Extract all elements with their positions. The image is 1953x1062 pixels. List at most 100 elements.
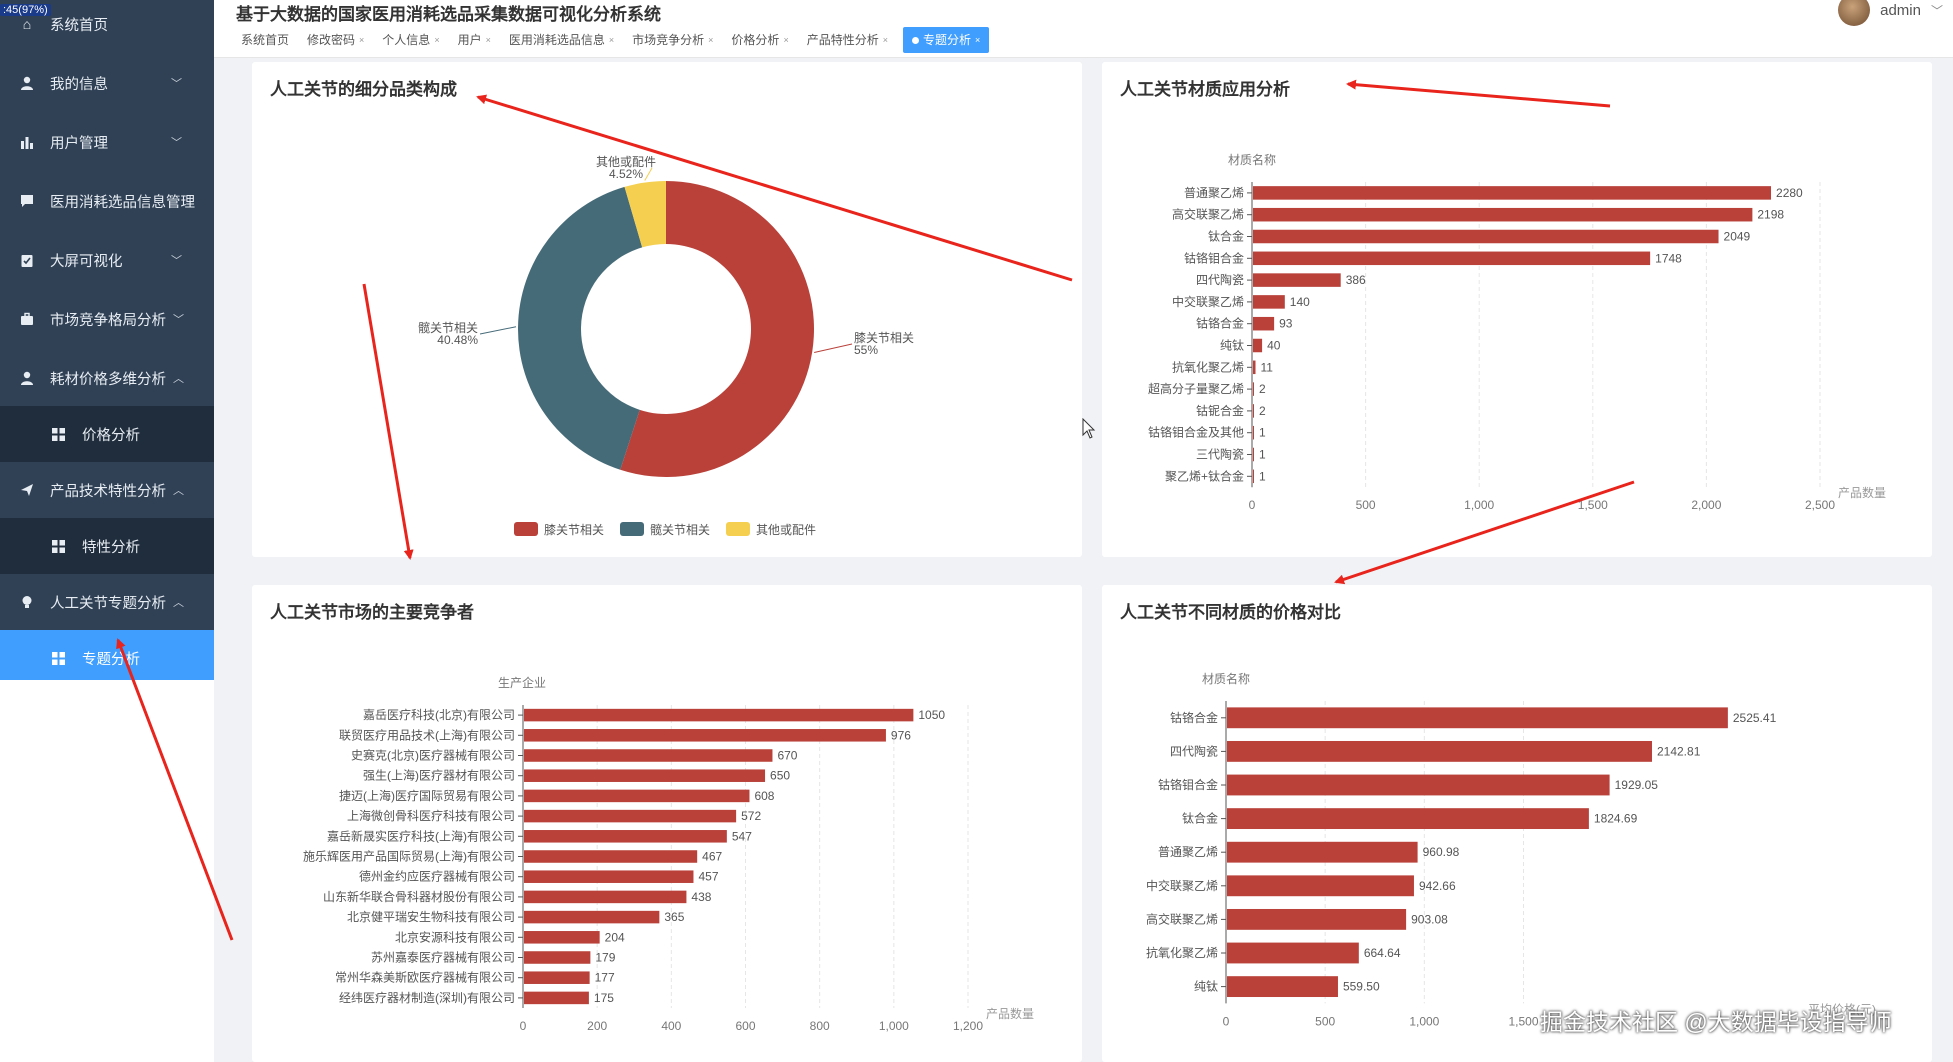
bar-value-label: 2525.41 <box>1733 711 1777 725</box>
bar-value-label: 559.50 <box>1343 980 1380 994</box>
tab-product-features[interactable]: 产品特性分析 × <box>798 27 897 53</box>
bar <box>1253 273 1341 287</box>
bar <box>524 769 766 782</box>
tab-topic-analysis[interactable]: 专题分析 × <box>902 27 990 53</box>
material-bar-chart: 0 500 1,000 1,500 2,000 2,500 材质名称产品数量 普通聚乙烯 228… <box>1148 152 1886 512</box>
bar-value-label: 608 <box>754 789 774 803</box>
tab-price-analysis[interactable]: 价格分析 × <box>722 27 797 53</box>
y-tick-label: 普通聚乙烯 <box>1184 186 1244 200</box>
tab-market-analysis[interactable]: 市场竞争分析 × <box>623 27 722 53</box>
x-axis-title: 产品数量 <box>986 1006 1034 1021</box>
slice-value-label: 4.52% <box>609 167 643 181</box>
close-icon[interactable]: × <box>783 27 788 53</box>
legend-swatch <box>726 522 750 536</box>
bar-value-label: 11 <box>1260 360 1273 374</box>
top-bar: 基于大数据的国家医用消耗选品采集数据可视化分析系统 系统首页 修改密码 × 个人信… <box>214 0 1953 58</box>
y-tick-label: 联贸医疗用品技术(上海)有限公司 <box>339 727 515 742</box>
y-tick-label: 经纬医疗器材制造(深圳)有限公司 <box>339 991 515 1005</box>
sidebar-item-feature-analysis[interactable]: 特性分析 <box>0 518 214 574</box>
tab-consumables-info[interactable]: 医用消耗选品信息 × <box>500 27 623 53</box>
x-tick-label: 1,000 <box>1409 1014 1439 1028</box>
user-icon <box>19 370 35 386</box>
sidebar-item-joint-topic-group[interactable]: 人工关节专题分析 ︿ <box>0 574 214 630</box>
card-category-composition: 人工关节的细分品类构成 膝关节相关 55% 髋关节相关 40.48% 其他或配件 4.52… <box>252 62 1082 557</box>
sidebar-item-market-competition[interactable]: 市场竞争格局分析 ﹀ <box>0 291 214 347</box>
y-tick-label: 普通聚乙烯 <box>1158 845 1218 859</box>
sidebar-item-big-screen[interactable]: 大屏可视化 ﹀ <box>0 232 214 288</box>
bar-value-label: 1824.69 <box>1594 812 1638 826</box>
bar <box>1253 382 1254 396</box>
bar-value-label: 2198 <box>1757 208 1784 222</box>
sidebar-item-price-analysis[interactable]: 价格分析 <box>0 406 214 462</box>
bar-value-label: 664.64 <box>1364 946 1401 960</box>
donut-chart: 膝关节相关55%髋关节相关40.48%其他或配件4.52%膝关节相关 髋关节相关其… <box>418 155 914 537</box>
sidebar-item-label: 市场竞争格局分析 <box>50 312 166 329</box>
sidebar-item-user-mgmt[interactable]: 用户管理 ﹀ <box>0 114 214 170</box>
bar-value-label: 2049 <box>1724 230 1751 244</box>
bar-chart-icon <box>19 134 35 150</box>
bar <box>1253 425 1254 440</box>
sidebar-item-consumables-mgmt[interactable]: 医用消耗选品信息管理 <box>0 173 214 229</box>
bar <box>1227 707 1728 729</box>
bar <box>524 971 590 984</box>
close-icon[interactable]: × <box>975 27 980 53</box>
bar-value-label: 2 <box>1259 404 1266 418</box>
legend-label: 髋关节相关 <box>650 522 710 537</box>
close-icon[interactable]: × <box>883 27 888 53</box>
bar-value-label: 1 <box>1259 448 1266 462</box>
y-tick-label: 高交联聚乙烯 <box>1172 207 1244 222</box>
x-tick-label: 600 <box>735 1019 755 1033</box>
avatar[interactable] <box>1838 0 1871 26</box>
chat-icon <box>19 193 35 209</box>
close-icon[interactable]: × <box>609 27 614 53</box>
tags-view: 系统首页 修改密码 × 个人信息 × 用户 × 医用消耗选品信息 × 市场竞争分析 × 价… <box>232 27 990 53</box>
sidebar-item-tech-features-group[interactable]: 产品技术特性分析 ︿ <box>0 462 214 518</box>
donut-slice <box>518 186 643 470</box>
bar <box>524 910 660 924</box>
label-leader-line <box>479 326 517 335</box>
mouse-cursor-icon <box>1082 418 1096 439</box>
tab-change-password[interactable]: 修改密码 × <box>298 27 373 53</box>
close-icon[interactable]: × <box>434 27 439 53</box>
sidebar-item-label: 系统首页 <box>50 17 108 34</box>
bar <box>1253 251 1651 266</box>
bar-value-label: 467 <box>702 850 722 864</box>
bar <box>524 870 694 883</box>
bar-value-label: 179 <box>595 951 615 965</box>
y-tick-label: 施乐辉医用产品国际贸易(上海)有限公司 <box>303 849 515 864</box>
grid-icon <box>50 538 66 554</box>
bar <box>1227 774 1610 796</box>
chevron-up-icon: ︿ <box>173 485 184 497</box>
y-tick-label: 常州华森美斯欧医疗器械有限公司 <box>335 970 515 985</box>
bar <box>1253 447 1254 462</box>
y-tick-label: 超高分子量聚乙烯 <box>1148 381 1244 396</box>
sidebar-item-label: 我的信息 <box>50 76 108 93</box>
bar-value-label: 1 <box>1259 426 1266 440</box>
y-tick-label: 纯钛 <box>1194 979 1218 994</box>
tab-home[interactable]: 系统首页 <box>232 27 298 53</box>
bar <box>524 789 750 803</box>
user-icon <box>19 75 35 91</box>
close-icon[interactable]: × <box>486 27 491 53</box>
sidebar-item-label: 大屏可视化 <box>50 253 123 270</box>
x-tick-label: 0 <box>520 1019 527 1033</box>
y-tick-label: 高交联聚乙烯 <box>1146 911 1218 926</box>
x-axis-title: 产品数量 <box>1838 485 1886 500</box>
sidebar-item-my-info[interactable]: 我的信息 ﹀ <box>0 55 214 111</box>
legend-swatch <box>620 522 644 536</box>
close-icon[interactable]: × <box>708 27 713 53</box>
user-menu[interactable]: admin ﹀ <box>1838 0 1943 26</box>
x-tick-label: 0 <box>1223 1014 1230 1028</box>
close-icon[interactable]: × <box>359 27 364 53</box>
bar <box>524 729 886 742</box>
tab-personal-info[interactable]: 个人信息 × <box>373 27 448 53</box>
y-tick-label: 北京安源科技有限公司 <box>395 929 515 944</box>
y-tick-label: 钴铬钼合金及其他 <box>1148 425 1244 440</box>
bar-value-label: 547 <box>732 829 752 843</box>
y-tick-label: 聚乙烯+钛合金 <box>1165 468 1244 483</box>
chevron-down-icon: ﹀ <box>171 255 182 267</box>
sidebar-item-topic-analysis[interactable]: 专题分析 <box>0 630 214 686</box>
tab-users[interactable]: 用户 × <box>449 27 500 53</box>
sidebar-item-price-analysis-group[interactable]: 耗材价格多维分析 ︿ <box>0 350 214 406</box>
bar-value-label: 438 <box>691 890 711 904</box>
